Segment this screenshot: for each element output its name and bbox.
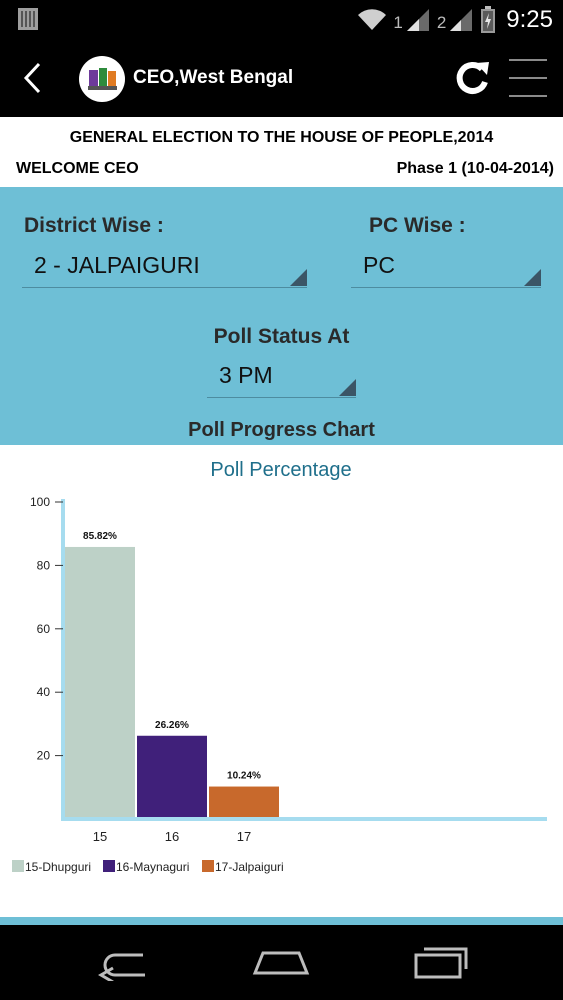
sim2-label: 2 xyxy=(436,13,447,32)
pc-value: PC xyxy=(363,252,395,278)
legend-label: 16-Maynaguri xyxy=(116,860,189,874)
bar-16 xyxy=(137,735,207,817)
chart-heading: Poll Progress Chart xyxy=(188,419,375,441)
menu-icon[interactable] xyxy=(505,56,551,100)
data-label: 26.26% xyxy=(155,720,189,731)
chart-area: Poll Percentage 20 40 60 80 100 85.82% 15 26.26%… xyxy=(0,445,563,917)
back-icon[interactable] xyxy=(14,56,54,100)
chart-title: Poll Percentage xyxy=(210,459,351,481)
signal-icon-2 xyxy=(450,9,473,31)
district-spinner[interactable]: 2 - JALPAIGURI xyxy=(22,250,307,288)
signal-icon xyxy=(406,9,429,31)
clock: 9:25 xyxy=(506,6,553,33)
y-tick-label: 40 xyxy=(37,685,51,699)
poll-percentage-chart: Poll Percentage 20 40 60 80 100 85.82% 15 26.26%… xyxy=(12,459,547,874)
y-tick-label: 100 xyxy=(30,495,50,509)
bar-17 xyxy=(209,786,279,817)
main-content: GENERAL ELECTION TO THE HOUSE OF PEOPLE,… xyxy=(0,117,563,925)
data-label: 85.82% xyxy=(83,531,117,542)
sim1-label: 1 xyxy=(393,13,403,32)
y-tick-label: 80 xyxy=(37,558,51,572)
home-nav-icon[interactable] xyxy=(251,943,311,981)
dropdown-triangle-icon xyxy=(524,269,541,286)
poll-status-spinner[interactable]: 3 PM xyxy=(207,360,356,398)
nav-bar xyxy=(0,925,563,1000)
poll-status-value: 3 PM xyxy=(219,362,273,388)
app-title: CEO,West Bengal xyxy=(133,67,294,88)
x-tick-label: 17 xyxy=(237,829,251,844)
filter-panel: District Wise : 2 - JALPAIGURI PC Wise :… xyxy=(0,187,563,445)
x-tick-label: 15 xyxy=(93,829,107,844)
dropdown-triangle-icon xyxy=(339,379,356,396)
legend-label: 15-Dhupguri xyxy=(25,860,91,874)
legend-label: 17-Jalpaiguri xyxy=(215,860,284,874)
poll-status-label: Poll Status At xyxy=(213,325,350,348)
district-label: District Wise : xyxy=(24,214,164,237)
pc-spinner[interactable]: PC xyxy=(351,250,541,288)
notification-icon xyxy=(18,8,38,30)
recents-nav-icon[interactable] xyxy=(410,943,470,981)
page-title: GENERAL ELECTION TO THE HOUSE OF PEOPLE,… xyxy=(69,129,494,146)
status-bar: 1 2 9:25 xyxy=(0,0,563,40)
refresh-icon[interactable] xyxy=(452,57,494,99)
wifi-icon xyxy=(358,9,387,31)
phase-text: Phase 1 (10-04-2014) xyxy=(396,160,554,177)
legend-swatch xyxy=(103,860,115,872)
bar-15 xyxy=(65,546,135,817)
legend-swatch xyxy=(202,860,214,872)
data-label: 10.24% xyxy=(227,771,261,782)
app-logo xyxy=(79,56,125,102)
battery-icon xyxy=(481,6,496,33)
dropdown-triangle-icon xyxy=(290,269,307,286)
y-tick-label: 20 xyxy=(37,749,51,763)
district-value: 2 - JALPAIGURI xyxy=(34,252,200,278)
legend-swatch xyxy=(12,860,24,872)
pc-label: PC Wise : xyxy=(369,214,466,237)
app-bar: CEO,West Bengal xyxy=(0,40,563,117)
bottom-strip xyxy=(0,917,563,925)
back-nav-icon[interactable] xyxy=(95,943,155,981)
welcome-text: WELCOME CEO xyxy=(16,160,139,177)
y-tick-label: 60 xyxy=(37,622,51,636)
x-tick-label: 16 xyxy=(165,829,179,844)
